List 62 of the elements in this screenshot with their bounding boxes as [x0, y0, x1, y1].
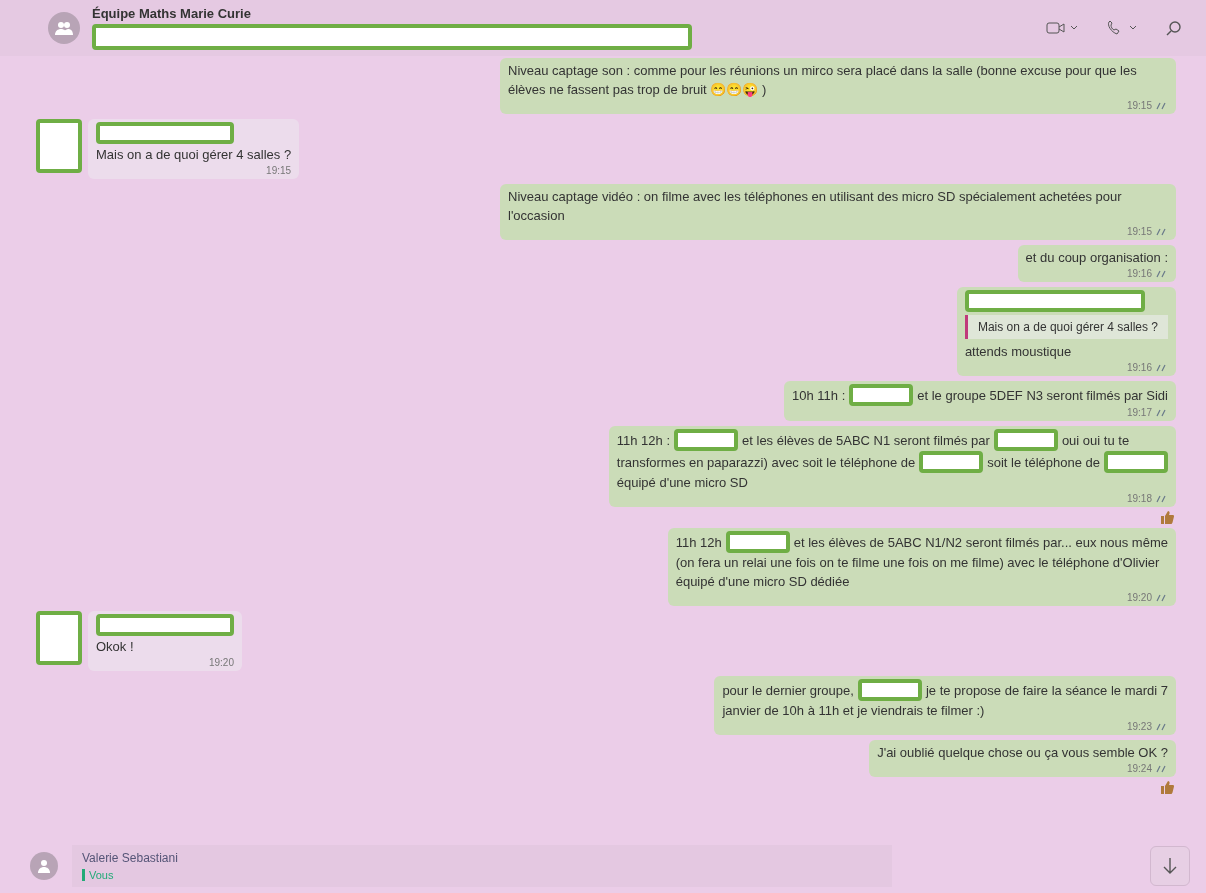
redaction-block: [849, 384, 914, 406]
message-text: Niveau captage son : comme pour les réunions un mirco sera placé dans la salle (bonne excuse pour que les élèves ne fassent pas trop de bruit 😁😁😜 ): [508, 62, 1138, 99]
quoted-author: Vous: [82, 869, 114, 881]
message-text: et du coup organisation :: [1025, 249, 1168, 267]
message-time: 19:17: [1126, 406, 1152, 419]
redaction-block: [674, 429, 739, 451]
scroll-down-button[interactable]: [1150, 846, 1190, 886]
thumbs-up-icon[interactable]: [1160, 780, 1174, 794]
message-time: 19:16: [1126, 361, 1152, 374]
message-text: je te propose de faire la séance le mardi 7: [925, 681, 1168, 700]
message-text: janvier de 10h à 11h et je viendrais te filmer :): [722, 702, 985, 720]
quoted-text: Mais on a de quoi gérer 4 salles ?: [977, 320, 1158, 334]
message-text: et le groupe 5DEF N3 seront filmés par Sidi: [917, 386, 1168, 405]
message-text: et les élèves de 5ABC N1/N2 seront filmés par... eux nous même: [793, 533, 1168, 552]
message-text: pour le dernier groupe,: [722, 681, 854, 700]
double-check-icon: [1156, 408, 1168, 417]
message-text: équipé d'une micro SD dédiée: [675, 573, 850, 591]
redaction-block: [919, 451, 984, 473]
double-check-icon: [1156, 269, 1168, 278]
reply-sender-name: Valerie Sebastiani: [82, 851, 178, 865]
person-avatar-icon: [30, 852, 58, 880]
message-time: 19:20: [1126, 591, 1152, 604]
message-text: équipé d'une micro SD: [616, 474, 748, 492]
message-text: transformes en paparazzi) avec soit le téléphone de: [616, 453, 916, 472]
redaction-block: [36, 119, 82, 173]
message-text: (on fera un relai une fois on te filme une fois on me filme) avec le téléphone d'Olivier: [675, 554, 1160, 572]
arrow-down-icon: [1162, 857, 1178, 875]
double-check-icon: [1156, 101, 1168, 110]
message-text: et les élèves de 5ABC N1 seront filmés par: [742, 431, 990, 450]
message-text: oui oui tu te: [1061, 431, 1130, 450]
message-text: attends moustique: [964, 343, 1072, 361]
chat-title: Équipe Maths Marie Curie: [92, 6, 251, 21]
message-time: 19:20: [208, 656, 234, 669]
message-text: 10h 11h :: [792, 386, 846, 405]
redaction-block: [36, 611, 82, 665]
redaction-block: [1104, 451, 1168, 473]
message-time: 19:16: [1126, 267, 1152, 280]
group-avatar-icon: [48, 12, 80, 44]
message-time: 19:15: [1126, 225, 1152, 238]
message-time: 19:15: [266, 164, 292, 177]
message-text: soit le téléphone de: [987, 453, 1100, 472]
redaction-block: [725, 531, 790, 553]
redaction-block: [857, 679, 922, 701]
message-text: Okok !: [96, 638, 134, 656]
double-check-icon: [1156, 494, 1168, 503]
thumbs-up-icon[interactable]: [1160, 510, 1174, 524]
message-text: Mais on a de quoi gérer 4 salles ?: [96, 146, 292, 164]
quoted-message[interactable]: Mais on a de quoi gérer 4 salles ?: [964, 315, 1168, 339]
message-text: J'ai oublié quelque chose ou ça vous semble OK ?: [877, 744, 1168, 762]
redaction-block: [993, 429, 1058, 451]
message-text: Niveau captage vidéo : on filme avec les téléphones en utilisant des micro SD spécialement achetées pour l'occasion: [508, 188, 1123, 225]
double-check-icon: [1156, 722, 1168, 731]
message-text: 11h 12h :: [616, 431, 671, 450]
message-time: 19:15: [1126, 99, 1152, 112]
message-time: 19:24: [1126, 762, 1152, 775]
message-text: 11h 12h: [675, 533, 722, 552]
double-check-icon: [1156, 227, 1168, 236]
double-check-icon: [1156, 764, 1168, 773]
double-check-icon: [1156, 363, 1168, 372]
message-time: 19:18: [1126, 492, 1152, 505]
double-check-icon: [1156, 593, 1168, 602]
message-time: 19:23: [1126, 720, 1152, 733]
